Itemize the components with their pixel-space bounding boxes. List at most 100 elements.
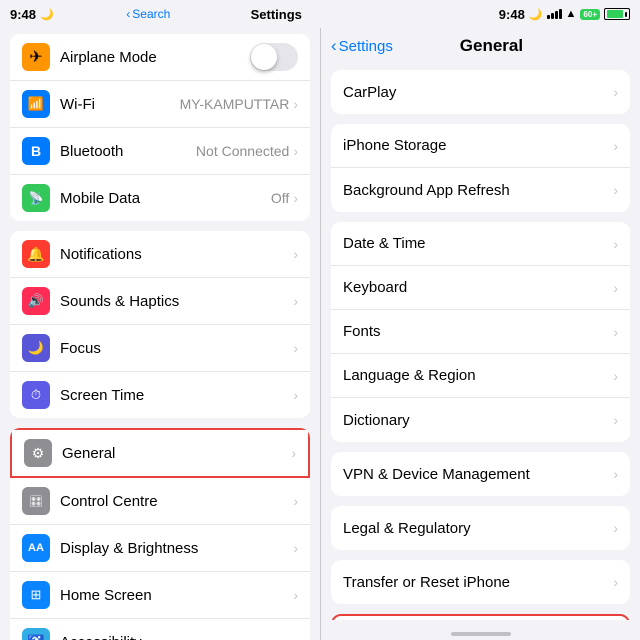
item-legalregulatory[interactable]: Legal & Regulatory › bbox=[331, 506, 630, 550]
languageregion-label: Language & Region bbox=[343, 367, 613, 384]
focus-icon: 🌙 bbox=[22, 334, 50, 362]
left-search-label: Search bbox=[132, 7, 170, 21]
right-panel-title: General bbox=[393, 36, 590, 56]
battery-fill bbox=[607, 10, 623, 18]
carplay-chevron: › bbox=[613, 84, 618, 100]
status-left: 9:48 🌙 bbox=[0, 7, 64, 22]
back-chevron-icon: ‹ bbox=[331, 36, 337, 56]
group-connectivity: ✈ Airplane Mode 📶 Wi-Fi MY-KAMPUTTAR › B bbox=[10, 34, 310, 221]
back-label[interactable]: Settings bbox=[339, 38, 393, 55]
mobiledata-chevron: › bbox=[293, 190, 298, 206]
datetime-chevron: › bbox=[613, 236, 618, 252]
item-screentime[interactable]: ⏱ Screen Time › bbox=[10, 372, 310, 418]
focus-chevron: › bbox=[293, 340, 298, 356]
focus-label: Focus bbox=[60, 340, 293, 357]
accessibility-chevron: › bbox=[293, 634, 298, 640]
item-sounds[interactable]: 🔊 Sounds & Haptics › bbox=[10, 278, 310, 325]
item-notifications[interactable]: 🔔 Notifications › bbox=[10, 231, 310, 278]
item-focus[interactable]: 🌙 Focus › bbox=[10, 325, 310, 372]
item-display[interactable]: AA Display & Brightness › bbox=[10, 525, 310, 572]
network-badge: 60+ bbox=[580, 9, 600, 20]
iphonestorage-chevron: › bbox=[613, 138, 618, 154]
sounds-chevron: › bbox=[293, 293, 298, 309]
accessibility-icon: ♿ bbox=[22, 628, 50, 640]
mobiledata-value: Off bbox=[271, 190, 289, 206]
left-panel-title-status: Settings bbox=[251, 7, 302, 22]
item-iphonestorage[interactable]: iPhone Storage › bbox=[331, 124, 630, 168]
keyboard-label: Keyboard bbox=[343, 279, 613, 296]
homescreen-label: Home Screen bbox=[60, 587, 293, 604]
battery-tip bbox=[625, 12, 627, 17]
bar1 bbox=[547, 15, 550, 19]
carplay-label: CarPlay bbox=[343, 84, 613, 101]
item-general[interactable]: ⚙ General › bbox=[10, 428, 310, 478]
controlcentre-label: Control Centre bbox=[60, 493, 293, 510]
item-vpndevice[interactable]: VPN & Device Management › bbox=[331, 452, 630, 496]
item-carplay[interactable]: CarPlay › bbox=[331, 70, 630, 114]
iphonestorage-label: iPhone Storage bbox=[343, 137, 613, 154]
bar3 bbox=[555, 11, 558, 19]
right-scroll[interactable]: CarPlay › iPhone Storage › Background Ap… bbox=[321, 66, 640, 620]
general-icon: ⚙ bbox=[24, 439, 52, 467]
controlcentre-icon: 🎛 bbox=[22, 487, 50, 515]
battery-icon bbox=[604, 8, 630, 20]
group-carplay: CarPlay › bbox=[331, 70, 630, 114]
notifications-icon: 🔔 bbox=[22, 240, 50, 268]
group-system: ⚙ General › 🎛 Control Centre › AA Displa… bbox=[10, 428, 310, 640]
group-legal: Legal & Regulatory › bbox=[331, 506, 630, 550]
transferreset-label: Transfer or Reset iPhone bbox=[343, 574, 613, 591]
item-fonts[interactable]: Fonts › bbox=[331, 310, 630, 354]
item-wifi[interactable]: 📶 Wi-Fi MY-KAMPUTTAR › bbox=[10, 81, 310, 128]
left-scroll[interactable]: ✈ Airplane Mode 📶 Wi-Fi MY-KAMPUTTAR › B bbox=[0, 28, 320, 640]
item-bluetooth[interactable]: B Bluetooth Not Connected › bbox=[10, 128, 310, 175]
time-right: 9:48 bbox=[499, 7, 525, 22]
item-accessibility[interactable]: ♿ Accessibility › bbox=[10, 619, 310, 640]
screentime-icon: ⏱ bbox=[22, 381, 50, 409]
right-header: ‹ Settings General bbox=[321, 28, 640, 66]
display-label: Display & Brightness bbox=[60, 540, 293, 557]
legalregulatory-chevron: › bbox=[613, 520, 618, 536]
item-airplane[interactable]: ✈ Airplane Mode bbox=[10, 34, 310, 81]
signal-bars bbox=[547, 9, 562, 19]
general-chevron: › bbox=[291, 445, 296, 461]
backgroundapprefresh-label: Background App Refresh bbox=[343, 182, 613, 199]
group-transfer: Transfer or Reset iPhone › bbox=[331, 560, 630, 604]
item-controlcentre[interactable]: 🎛 Control Centre › bbox=[10, 478, 310, 525]
back-button[interactable]: ‹ Settings bbox=[331, 36, 393, 56]
item-datetime[interactable]: Date & Time › bbox=[331, 222, 630, 266]
mobiledata-label: Mobile Data bbox=[60, 190, 271, 207]
left-back-search[interactable]: ‹ Search bbox=[126, 7, 170, 21]
screentime-label: Screen Time bbox=[60, 387, 293, 404]
bar2 bbox=[551, 13, 554, 19]
wifi-label: Wi-Fi bbox=[60, 96, 180, 113]
mobiledata-icon: 📡 bbox=[22, 184, 50, 212]
item-languageregion[interactable]: Language & Region › bbox=[331, 354, 630, 398]
item-dictionary[interactable]: Dictionary › bbox=[331, 398, 630, 442]
wifi-value: MY-KAMPUTTAR bbox=[180, 96, 290, 112]
item-homescreen[interactable]: ⊞ Home Screen › bbox=[10, 572, 310, 619]
item-backgroundapprefresh[interactable]: Background App Refresh › bbox=[331, 168, 630, 212]
homescreen-chevron: › bbox=[293, 587, 298, 603]
notifications-label: Notifications bbox=[60, 246, 293, 263]
fonts-chevron: › bbox=[613, 324, 618, 340]
notifications-chevron: › bbox=[293, 246, 298, 262]
bluetooth-chevron: › bbox=[293, 143, 298, 159]
wifi-settings-icon: 📶 bbox=[22, 90, 50, 118]
datetime-label: Date & Time bbox=[343, 235, 613, 252]
languageregion-chevron: › bbox=[613, 368, 618, 384]
airplane-icon: ✈ bbox=[22, 43, 50, 71]
group-storage: iPhone Storage › Background App Refresh … bbox=[331, 124, 630, 212]
item-transferreset[interactable]: Transfer or Reset iPhone › bbox=[331, 560, 630, 604]
airplane-label: Airplane Mode bbox=[60, 49, 250, 66]
status-bar: 9:48 🌙 ‹ Search Settings 9:48 🌙 ▲ 60+ bbox=[0, 0, 640, 28]
homescreen-icon: ⊞ bbox=[22, 581, 50, 609]
item-keyboard[interactable]: Keyboard › bbox=[331, 266, 630, 310]
screentime-chevron: › bbox=[293, 387, 298, 403]
status-right: 9:48 🌙 ▲ 60+ bbox=[489, 7, 640, 22]
main-content: ✈ Airplane Mode 📶 Wi-Fi MY-KAMPUTTAR › B bbox=[0, 28, 640, 640]
airplane-toggle[interactable] bbox=[250, 43, 298, 71]
home-indicator-right bbox=[321, 620, 640, 640]
time-left: 9:48 bbox=[10, 7, 36, 22]
home-bar-right bbox=[451, 632, 511, 636]
item-mobiledata[interactable]: 📡 Mobile Data Off › bbox=[10, 175, 310, 221]
